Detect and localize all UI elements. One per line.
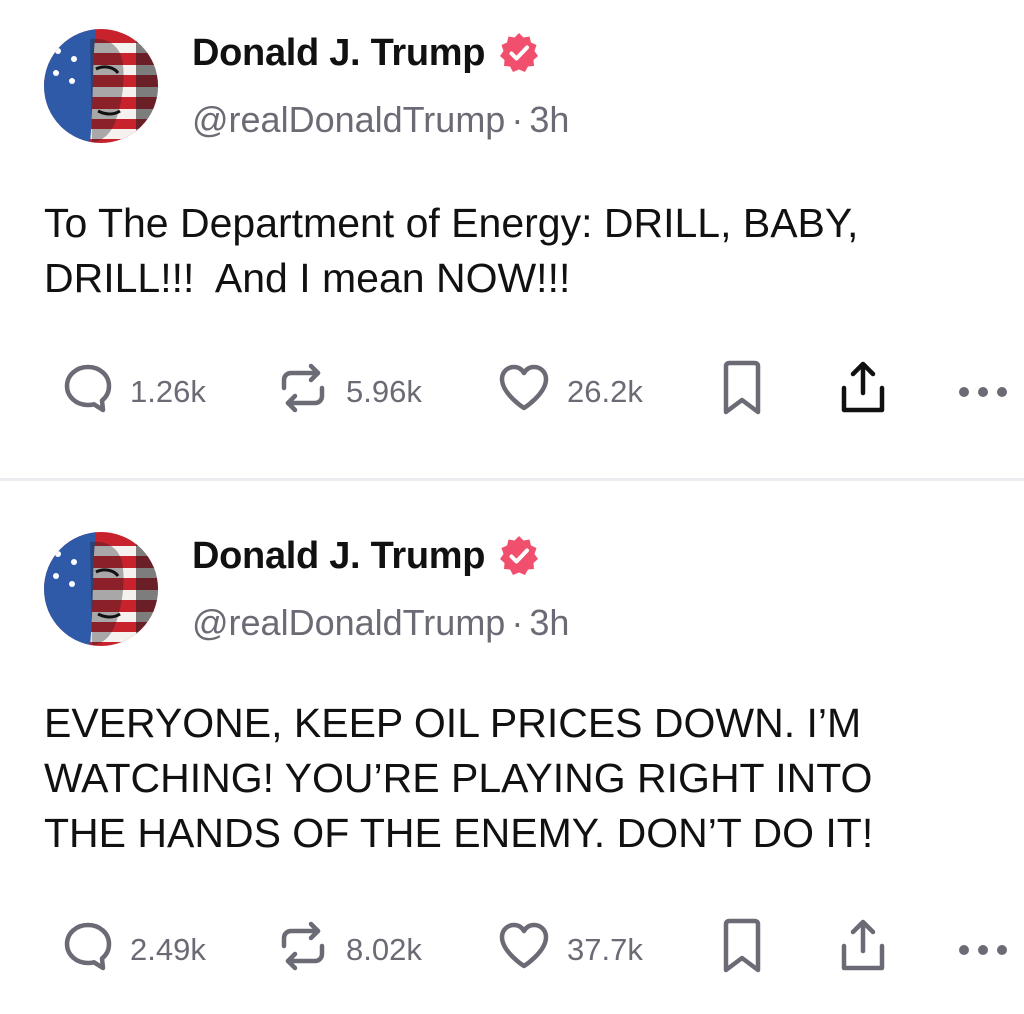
reply-bubble-icon bbox=[62, 362, 114, 422]
post-text: EVERYONE, KEEP OIL PRICES DOWN. I’M WATC… bbox=[44, 700, 874, 856]
more-dots-icon bbox=[957, 932, 1009, 968]
avatar[interactable] bbox=[44, 532, 158, 646]
reply-count: 2.49k bbox=[130, 932, 206, 967]
verified-badge-icon bbox=[497, 31, 541, 75]
post-meta: @realDonaldTrump · 3h bbox=[192, 602, 569, 644]
bookmark-button[interactable] bbox=[721, 360, 763, 420]
display-name-text: Donald J. Trump bbox=[192, 534, 486, 577]
reply-bubble-icon bbox=[62, 920, 114, 980]
more-dots-icon bbox=[957, 374, 1009, 410]
share-upload-icon bbox=[838, 360, 888, 424]
post-card[interactable]: Donald J. Trump @realDonaldTrump · 3h EVER… bbox=[0, 481, 1024, 1014]
repost-arrows-icon bbox=[276, 362, 330, 422]
share-button[interactable] bbox=[838, 361, 888, 420]
more-options-button[interactable] bbox=[957, 922, 1009, 978]
reply-button[interactable]: 1.26k bbox=[62, 364, 206, 420]
bookmark-icon bbox=[721, 918, 763, 982]
heart-icon bbox=[497, 362, 551, 422]
more-options-button[interactable] bbox=[957, 364, 1009, 420]
timestamp[interactable]: 3h bbox=[529, 602, 569, 643]
repost-count: 8.02k bbox=[346, 932, 422, 967]
display-name[interactable]: Donald J. Trump bbox=[192, 31, 541, 75]
handle[interactable]: @realDonaldTrump bbox=[192, 99, 505, 140]
share-upload-icon bbox=[838, 918, 888, 982]
handle[interactable]: @realDonaldTrump bbox=[192, 602, 505, 643]
action-bar: 1.26k 5.96k 26.2k bbox=[0, 360, 1024, 422]
reply-button[interactable]: 2.49k bbox=[62, 922, 206, 978]
post-meta: @realDonaldTrump · 3h bbox=[192, 99, 569, 141]
share-button[interactable] bbox=[838, 919, 888, 978]
bookmark-icon bbox=[721, 360, 763, 424]
meta-separator: · bbox=[511, 602, 524, 643]
heart-icon bbox=[497, 920, 551, 980]
like-count: 37.7k bbox=[567, 932, 643, 967]
post-text: To The Department of Energy: DRILL, BABY… bbox=[44, 200, 859, 301]
action-bar: 2.49k 8.02k 37.7k bbox=[0, 918, 1024, 980]
like-button[interactable]: 26.2k bbox=[497, 364, 643, 420]
display-name[interactable]: Donald J. Trump bbox=[192, 534, 541, 578]
meta-separator: · bbox=[511, 99, 524, 140]
like-count: 26.2k bbox=[567, 374, 643, 409]
repost-count: 5.96k bbox=[346, 374, 422, 409]
timestamp[interactable]: 3h bbox=[529, 99, 569, 140]
verified-badge-icon bbox=[497, 534, 541, 578]
avatar[interactable] bbox=[44, 29, 158, 143]
bookmark-button[interactable] bbox=[721, 918, 763, 978]
display-name-text: Donald J. Trump bbox=[192, 31, 486, 74]
repost-arrows-icon bbox=[276, 920, 330, 980]
reply-count: 1.26k bbox=[130, 374, 206, 409]
repost-button[interactable]: 8.02k bbox=[276, 920, 422, 980]
repost-button[interactable]: 5.96k bbox=[276, 362, 422, 422]
like-button[interactable]: 37.7k bbox=[497, 922, 643, 978]
post-card[interactable]: Donald J. Trump @realDonaldTrump · 3h To T… bbox=[0, 0, 1024, 478]
